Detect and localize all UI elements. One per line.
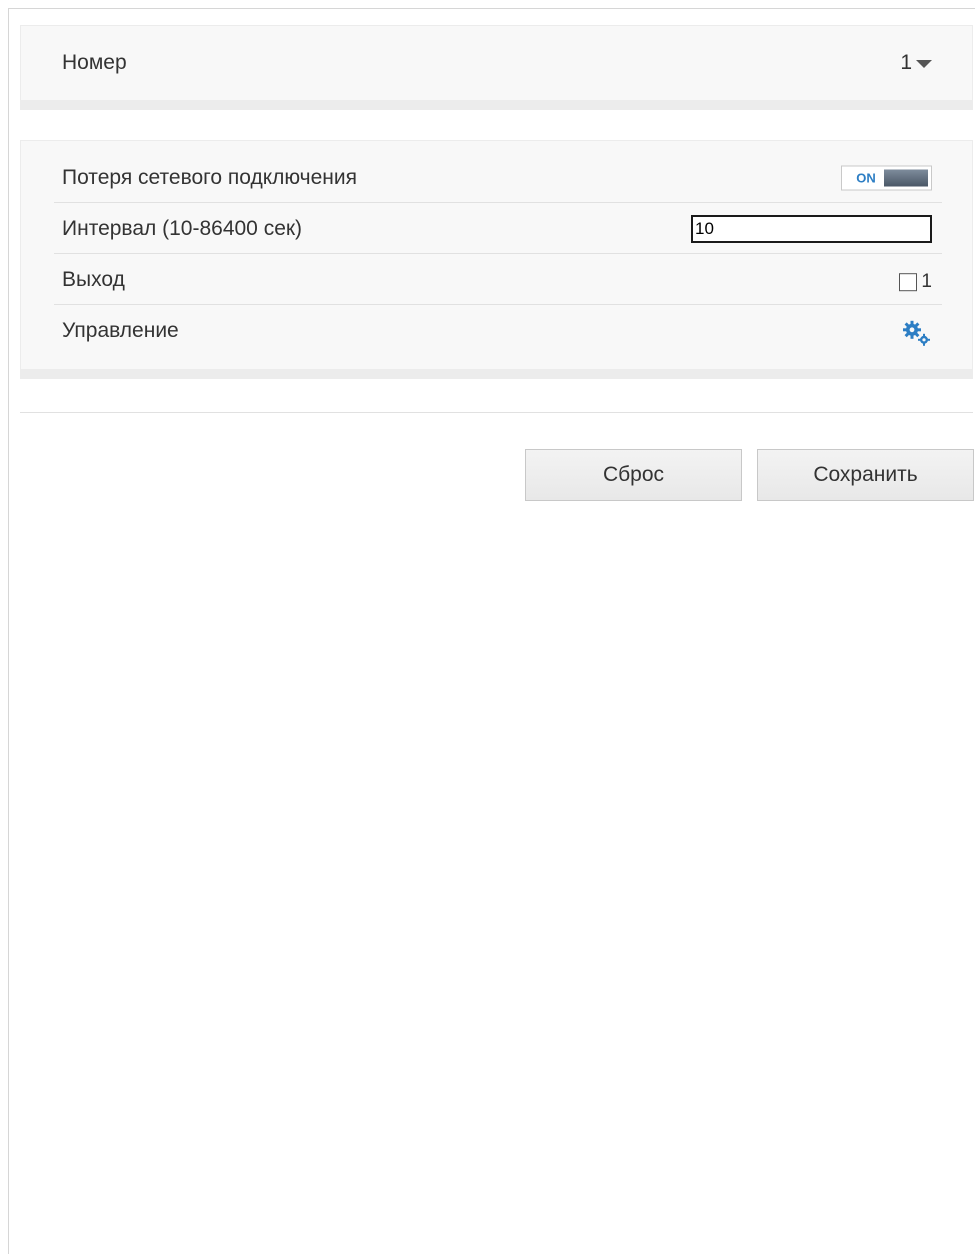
interval-row: Интервал (10-86400 сек) — [54, 204, 942, 254]
toggle-on-label: ON — [856, 170, 876, 185]
section-divider — [20, 412, 973, 413]
number-select[interactable]: 1 — [900, 51, 932, 75]
output-checkbox-group: 1 — [899, 271, 932, 293]
number-value: 1 — [900, 51, 912, 74]
panel-bottom-bar — [21, 100, 972, 109]
reset-button[interactable]: Сброс — [525, 449, 742, 501]
network-loss-label: Потеря сетевого подключения — [62, 165, 358, 189]
interval-label: Интервал (10-86400 сек) — [62, 216, 303, 240]
caret-down-icon — [916, 60, 932, 68]
save-button[interactable]: Сохранить — [757, 449, 974, 501]
number-row: Номер 1 — [54, 38, 942, 88]
output-row: Выход 1 — [54, 255, 942, 305]
control-label: Управление — [62, 319, 179, 342]
panel-bottom-bar — [21, 369, 972, 378]
number-panel: Номер 1 — [20, 25, 973, 110]
output-label: Выход — [62, 267, 125, 291]
toggle-knob — [884, 169, 928, 186]
number-label: Номер — [62, 51, 127, 74]
network-loss-row: Потеря сетевого подключения ON — [54, 153, 942, 203]
network-loss-toggle[interactable]: ON — [841, 165, 932, 190]
output-checkbox-label: 1 — [921, 270, 932, 292]
gears-icon[interactable] — [902, 320, 932, 348]
control-row: Управление — [54, 306, 942, 356]
interval-input[interactable] — [691, 214, 932, 243]
settings-panel: Потеря сетевого подключения ON Интервал … — [20, 140, 973, 379]
output-checkbox[interactable] — [899, 272, 918, 291]
